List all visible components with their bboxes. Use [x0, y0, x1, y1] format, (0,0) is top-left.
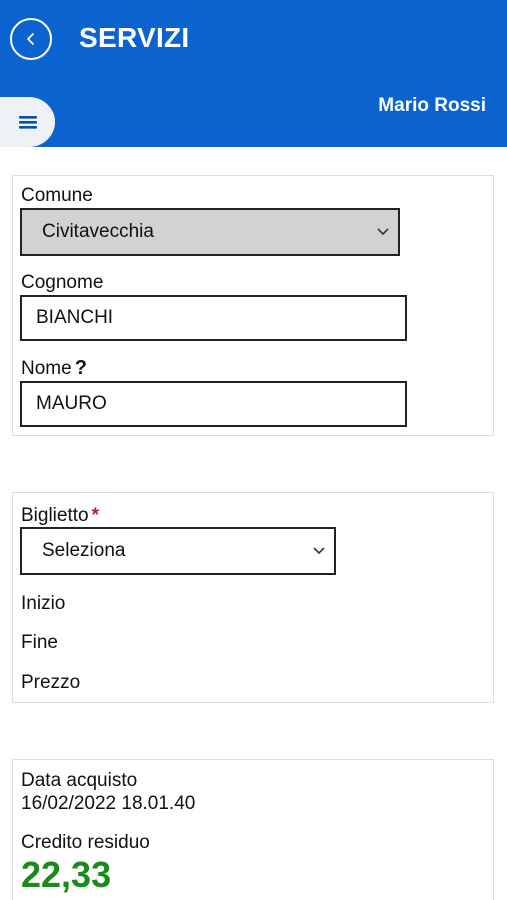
nome-label-row: Nome? [21, 357, 87, 380]
nome-value: MAURO [36, 393, 107, 414]
comune-select-value: Civitavecchia [42, 221, 154, 242]
hamburger-menu-icon [18, 116, 37, 129]
personal-data-card: Comune Civitavecchia Cognome BIANCHI Nom… [12, 175, 494, 436]
cognome-value: BIANCHI [36, 307, 114, 328]
data-acquisto-label: Data acquisto [21, 770, 138, 791]
credito-residuo-value: 22,33 [21, 854, 112, 895]
question-mark-icon[interactable]: ? [75, 357, 87, 379]
purchase-card: Data acquisto 16/02/2022 18.01.40 Credit… [12, 759, 494, 900]
user-name[interactable]: Mario Rossi [378, 95, 486, 117]
comune-label: Comune [21, 185, 93, 206]
credito-residuo-label: Credito residuo [21, 832, 150, 853]
data-acquisto-value: 16/02/2022 18.01.40 [21, 793, 196, 814]
page-title: SERVIZI [79, 22, 190, 53]
inizio-label: Inizio [21, 593, 66, 614]
nome-label: Nome [21, 358, 72, 379]
chevron-down-icon [313, 547, 325, 555]
biglietto-select-value: Seleziona [42, 540, 126, 561]
chevron-left-icon [27, 33, 34, 45]
fine-label: Fine [21, 632, 58, 653]
biglietto-label: Biglietto [21, 505, 89, 526]
cognome-label: Cognome [21, 272, 104, 293]
ticket-card: Biglietto * Seleziona Inizio Fine Prezzo [12, 492, 494, 703]
menu-button[interactable] [0, 97, 55, 147]
prezzo-label: Prezzo [21, 672, 81, 693]
cognome-input[interactable]: BIANCHI [20, 295, 407, 341]
biglietto-label-row: Biglietto * [21, 505, 99, 527]
biglietto-select[interactable]: Seleziona [20, 527, 336, 575]
chevron-down-icon [377, 228, 389, 236]
app-header: SERVIZI Mario Rossi [0, 0, 507, 147]
back-button[interactable] [10, 18, 52, 60]
comune-select[interactable]: Civitavecchia [20, 208, 400, 256]
required-mark: * [91, 505, 100, 526]
nome-input[interactable]: MAURO [20, 381, 407, 427]
